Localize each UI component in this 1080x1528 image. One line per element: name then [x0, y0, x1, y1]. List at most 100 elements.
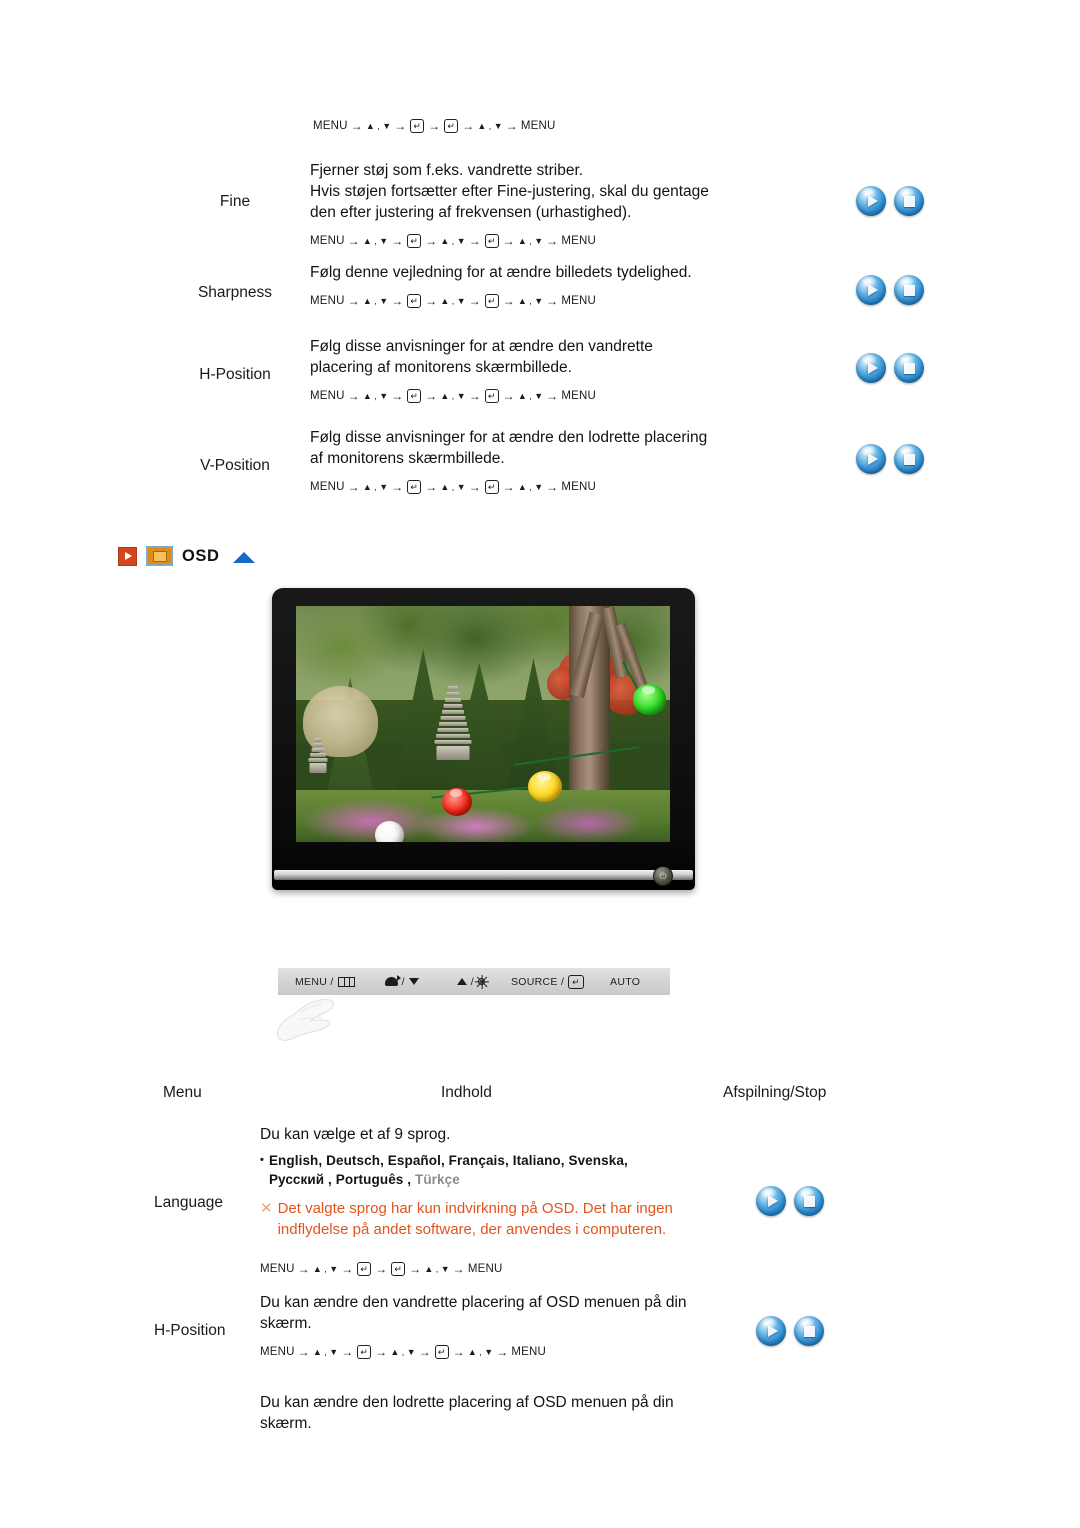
stop-button[interactable] — [894, 444, 924, 474]
language-turkce: Türkçe — [414, 1172, 460, 1187]
arrow-icon: → — [425, 389, 438, 403]
control-slash: / — [401, 975, 405, 988]
play-stop-group-sharpness — [830, 262, 950, 305]
enter-key-icon: ↵ — [407, 389, 422, 403]
bullet-icon: • — [260, 1154, 264, 1166]
updown-keys: ▲ , ▼ — [467, 1347, 494, 1357]
navpath-language: MENU → ▲ , ▼ → ↵ → ↵ → ▲ , ▼ → MENU — [260, 1262, 730, 1276]
description-fine: Fjerner støj som f.eks. vandrette stribe… — [310, 162, 709, 221]
enter-key-icon: ↵ — [434, 1345, 449, 1359]
enter-key-icon: ↵ — [357, 1345, 372, 1359]
enter-key-icon: ↵ — [444, 119, 459, 133]
play-button[interactable] — [856, 275, 886, 305]
enter-key-icon: ↵ — [407, 480, 422, 494]
stop-button[interactable] — [894, 353, 924, 383]
enter-key-icon: ↵ — [391, 1262, 406, 1276]
play-stop-group-osd-v-position — [730, 1392, 850, 1394]
updown-keys: ▲ , ▼ — [312, 1347, 339, 1357]
enter-key-icon: ↵ — [484, 294, 499, 308]
hand-cursor-icon — [277, 999, 335, 1041]
garden-scene — [296, 606, 670, 842]
navpath-menu-end: MENU — [561, 481, 597, 493]
arrow-icon: → — [462, 119, 475, 133]
control-auto-button[interactable]: AUTO — [610, 976, 640, 988]
play-button[interactable] — [756, 1186, 786, 1216]
play-icon — [856, 353, 886, 383]
table-row-osd-h-position: H-Position Du kan ændre den vandrette pl… — [150, 1292, 950, 1359]
language-list-line1: English, Deutsch, Español, Français, Ita… — [268, 1153, 628, 1168]
up-triangle-icon[interactable] — [232, 551, 255, 563]
stop-button[interactable] — [794, 1316, 824, 1346]
page-title: OSD — [182, 546, 220, 565]
play-icon — [756, 1186, 786, 1216]
control-volume-down-button[interactable]: / — [384, 975, 419, 988]
arrow-icon: → — [375, 1345, 388, 1359]
play-button[interactable] — [756, 1316, 786, 1346]
play-icon — [856, 275, 886, 305]
navpath-menu-end: MENU — [520, 120, 556, 132]
play-button[interactable] — [856, 353, 886, 383]
description-h-position: Følg disse anvisninger for at ændre den … — [310, 338, 653, 376]
arrow-icon: → — [341, 1262, 354, 1276]
power-button-icon[interactable]: ⏻ — [653, 866, 673, 886]
table-row-h-position: H-Position Følg disse anvisninger for at… — [160, 336, 950, 403]
arrow-icon: → — [425, 294, 438, 308]
table-row-v-position: V-Position Følg disse anvisninger for at… — [160, 427, 950, 494]
stop-button[interactable] — [894, 275, 924, 305]
description-osd-v-position: Du kan ændre den lodrette placering af O… — [260, 1394, 674, 1432]
arrow-icon: → — [394, 119, 407, 133]
lantern-yellow — [527, 771, 562, 802]
arrow-icon: → — [297, 1345, 310, 1359]
stop-button[interactable] — [794, 1186, 824, 1216]
arrow-icon: → — [452, 1262, 465, 1276]
navpath-menu-end: MENU — [561, 390, 597, 402]
navpath-menu-start: MENU — [260, 1346, 295, 1358]
updown-keys: ▲ , ▼ — [477, 121, 503, 131]
control-source-button[interactable]: SOURCE / ↵ — [511, 974, 585, 989]
description-sharpness: Følg denne vejledning for at ændre bille… — [310, 264, 692, 281]
arrow-icon: → — [546, 480, 559, 494]
navpath-menu-start: MENU — [310, 481, 345, 493]
arrow-icon: → — [502, 480, 515, 494]
stop-icon — [794, 1186, 824, 1216]
updown-keys: ▲ , ▼ — [362, 296, 389, 306]
enter-key-icon: ↵ — [407, 234, 422, 248]
speaker-icon — [384, 975, 401, 986]
language-warning-text: Det valgte sprog har kun indvirkning på … — [277, 1200, 673, 1238]
menu-bars-icon — [337, 976, 355, 987]
stop-button[interactable] — [894, 186, 924, 216]
navpath-menu-end: MENU — [511, 1346, 547, 1358]
play-box-icon — [118, 546, 137, 566]
control-menu-label: MENU / — [295, 975, 334, 988]
monitor-illustration: ⏻ — [272, 588, 695, 890]
updown-keys: ▲ , ▼ — [517, 296, 544, 306]
arrow-icon: → — [341, 1345, 354, 1359]
table-header-content: Indhold — [441, 1084, 492, 1101]
play-button[interactable] — [856, 444, 886, 474]
enter-key-icon: ↵ — [484, 480, 499, 494]
updown-keys: ▲ , ▼ — [424, 1264, 450, 1274]
lantern-red — [441, 787, 472, 817]
navpath-menu-start: MENU — [260, 1263, 295, 1275]
arrow-icon: → — [409, 1262, 422, 1276]
navpath-menu-start: MENU — [310, 390, 345, 402]
arrow-icon: → — [347, 389, 360, 403]
arrow-icon: → — [391, 480, 404, 494]
play-stop-group-v-position — [830, 427, 950, 474]
control-brightness-up-button[interactable]: / — [456, 976, 487, 988]
arrow-icon: → — [502, 294, 515, 308]
play-stop-group-fine — [830, 160, 950, 216]
play-button[interactable] — [856, 186, 886, 216]
play-stop-group-h-position — [830, 336, 950, 383]
arrow-icon: → — [505, 119, 518, 133]
navpath-intro: MENU → ▲ , ▼ → ↵ → ↵ → ▲ , ▼ → MENU — [313, 119, 556, 133]
enter-key-icon: ↵ — [407, 294, 422, 308]
navpath-menu-end: MENU — [561, 295, 597, 307]
monitor-control-bar: MENU / / / SOURCE / ↵ AUTO — [278, 968, 670, 995]
control-menu-button[interactable]: MENU / — [295, 976, 355, 988]
arrow-icon: → — [375, 1262, 388, 1276]
updown-keys: ▲ , ▼ — [517, 391, 544, 401]
lantern-green — [632, 683, 667, 715]
enter-key-icon: ↵ — [568, 974, 585, 989]
enter-key-icon: ↵ — [410, 119, 425, 133]
